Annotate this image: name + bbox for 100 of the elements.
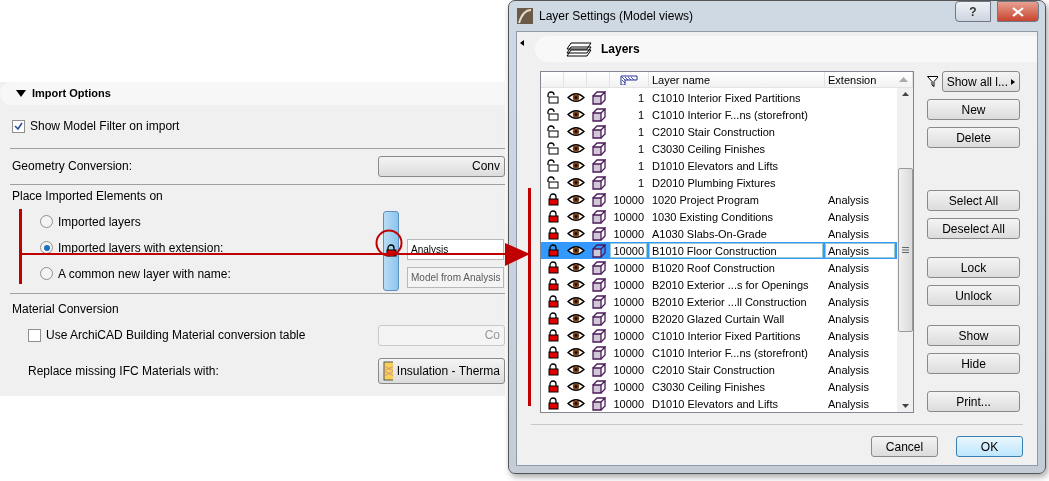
side-button[interactable]: Lock <box>927 257 1020 278</box>
side-button[interactable]: Select All <box>927 190 1020 211</box>
side-button[interactable]: Unlock <box>927 285 1020 306</box>
eye-icon[interactable] <box>566 245 585 256</box>
material-dropdown[interactable]: Insulation - Therma <box>378 358 505 385</box>
layer-row[interactable]: 1 C1010 Interior F...ns (storefront) <box>541 106 897 123</box>
filter-dropdown[interactable]: Show all l... <box>941 71 1020 92</box>
cube-icon[interactable] <box>591 277 606 292</box>
column-header[interactable]: Extension <box>828 73 877 86</box>
eye-icon[interactable] <box>566 330 585 341</box>
cube-icon[interactable] <box>591 90 606 105</box>
eye-icon[interactable] <box>566 92 585 103</box>
layer-row[interactable]: 10000 D1010 Elevators and Lifts Analysis <box>541 395 897 412</box>
cube-icon[interactable] <box>591 192 606 207</box>
eye-icon[interactable] <box>566 160 585 171</box>
radio-button[interactable] <box>40 267 53 281</box>
collapse-icon[interactable] <box>16 89 26 97</box>
link-bar[interactable] <box>383 210 399 291</box>
side-button[interactable]: Delete <box>927 127 1020 148</box>
cube-icon[interactable] <box>591 328 606 343</box>
eye-icon[interactable] <box>566 313 585 324</box>
layer-row[interactable]: 1 C1010 Interior Fixed Partitions <box>541 89 897 106</box>
cube-icon[interactable] <box>591 175 606 190</box>
layer-row[interactable]: 1 D2010 Plumbing Fixtures <box>541 174 897 191</box>
locked-icon[interactable] <box>546 244 559 257</box>
conversion-button[interactable]: Conv <box>378 155 505 177</box>
cube-icon[interactable] <box>591 209 606 224</box>
cube-icon[interactable] <box>591 243 606 258</box>
locked-icon[interactable] <box>546 346 559 359</box>
cube-icon[interactable] <box>591 158 606 173</box>
eye-icon[interactable] <box>566 347 585 358</box>
cube-icon[interactable] <box>591 226 606 241</box>
scroll-down-icon[interactable] <box>901 404 909 408</box>
eye-icon[interactable] <box>566 228 585 239</box>
checkbox[interactable] <box>12 119 25 133</box>
locked-icon[interactable] <box>546 193 559 206</box>
layer-row[interactable]: 10000 B2010 Exterior ...s for Openings Analysis <box>541 276 897 293</box>
side-button[interactable]: Deselect All <box>927 218 1020 239</box>
checkbox[interactable] <box>28 328 41 342</box>
layer-row[interactable]: 10000 C1010 Interior Fixed Partitions Analysis <box>541 327 897 344</box>
cube-icon[interactable] <box>591 345 606 360</box>
locked-icon[interactable] <box>546 210 559 223</box>
eye-icon[interactable] <box>566 398 585 409</box>
eye-icon[interactable] <box>566 381 585 392</box>
layer-row[interactable]: 1 D1010 Elevators and Lifts <box>541 157 897 174</box>
layer-row[interactable]: 10000 A1030 Slabs-On-Grade Analysis <box>541 225 897 242</box>
eye-icon[interactable] <box>566 126 585 137</box>
scroll-up-icon[interactable] <box>901 92 909 96</box>
eye-icon[interactable] <box>566 177 585 188</box>
collapse-icon[interactable] <box>520 40 524 46</box>
locked-icon[interactable] <box>546 363 559 376</box>
locked-icon[interactable] <box>546 227 559 240</box>
dialog-button[interactable]: Cancel <box>871 436 938 457</box>
cube-icon[interactable] <box>591 141 606 156</box>
help-button[interactable]: ? <box>955 1 991 22</box>
cube-icon[interactable] <box>591 379 606 394</box>
layer-row[interactable]: 10000 C1010 Interior F...ns (storefront) Analysis <box>541 344 897 361</box>
eye-icon[interactable] <box>566 143 585 154</box>
unlocked-icon[interactable] <box>546 108 559 121</box>
locked-icon[interactable] <box>546 261 559 274</box>
dialog-button[interactable]: OK <box>956 436 1023 457</box>
eye-icon[interactable] <box>566 279 585 290</box>
layer-row[interactable]: 10000 1020 Project Program Analysis <box>541 191 897 208</box>
unlocked-icon[interactable] <box>546 142 559 155</box>
unlocked-icon[interactable] <box>546 176 559 189</box>
cube-icon[interactable] <box>591 294 606 309</box>
layer-row[interactable]: 10000 B1020 Roof Construction Analysis <box>541 259 897 276</box>
eye-icon[interactable] <box>566 364 585 375</box>
layer-row[interactable]: 10000 C3030 Ceiling Finishes Analysis <box>541 378 897 395</box>
side-button[interactable]: Print... <box>927 391 1020 412</box>
layer-row[interactable]: 10000 1030 Existing Conditions Analysis <box>541 208 897 225</box>
cube-icon[interactable] <box>591 396 606 411</box>
layer-row[interactable]: 1 C3030 Ceiling Finishes <box>541 140 897 157</box>
scrollbar[interactable] <box>897 88 913 412</box>
eye-icon[interactable] <box>566 194 585 205</box>
close-button[interactable] <box>997 1 1039 22</box>
locked-icon[interactable] <box>546 278 559 291</box>
layer-row[interactable]: 1 C2010 Stair Construction <box>541 123 897 140</box>
unlocked-icon[interactable] <box>546 159 559 172</box>
side-button[interactable]: Hide <box>927 353 1020 374</box>
unlocked-icon[interactable] <box>546 91 559 104</box>
eye-icon[interactable] <box>566 262 585 273</box>
cube-icon[interactable] <box>591 107 606 122</box>
cube-icon[interactable] <box>591 124 606 139</box>
eye-icon[interactable] <box>566 211 585 222</box>
locked-icon[interactable] <box>546 329 559 342</box>
extension-field[interactable]: Analysis <box>407 238 504 260</box>
layer-row[interactable]: 10000 B2010 Exterior ...ll Construction Analysis <box>541 293 897 310</box>
locked-icon[interactable] <box>546 380 559 393</box>
radio-button[interactable] <box>40 215 53 229</box>
locked-icon[interactable] <box>546 295 559 308</box>
locked-icon[interactable] <box>546 397 559 410</box>
column-header[interactable]: Layer name <box>652 73 711 86</box>
eye-icon[interactable] <box>566 109 585 120</box>
locked-icon[interactable] <box>546 312 559 325</box>
cube-icon[interactable] <box>591 260 606 275</box>
eye-icon[interactable] <box>566 296 585 307</box>
layer-row[interactable]: 10000 B2020 Glazed Curtain Wall Analysis <box>541 310 897 327</box>
cube-icon[interactable] <box>591 362 606 377</box>
grip-icon[interactable] <box>901 247 909 253</box>
